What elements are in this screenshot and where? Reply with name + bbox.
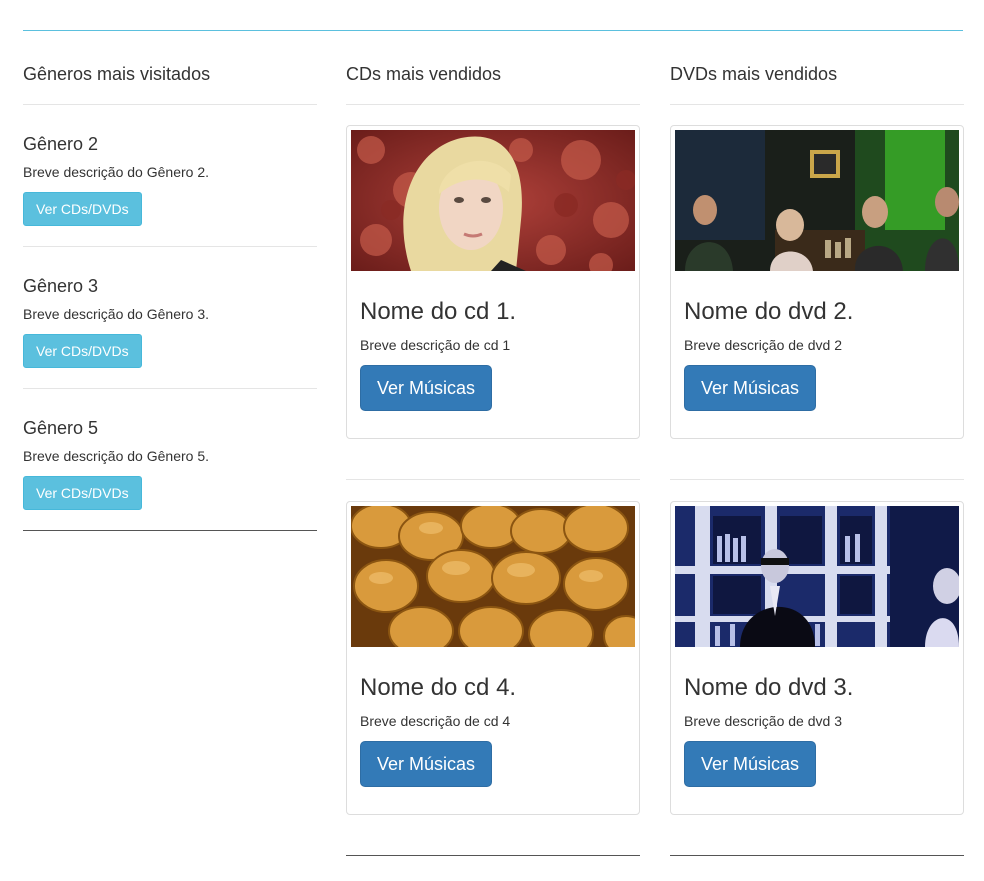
view-cds-dvds-button[interactable]: Ver CDs/DVDs <box>23 476 142 510</box>
section-end-divider <box>670 855 964 856</box>
cd-name: Nome do cd 1. <box>360 298 517 325</box>
cd-description: Breve descrição de cd 1 <box>360 337 511 353</box>
genres-column: Gêneros mais visitados Gênero 2 Breve de… <box>23 62 317 531</box>
genre-description: Breve descrição do Gênero 2. <box>23 164 209 180</box>
cds-title: CDs mais vendidos <box>346 64 502 84</box>
cd-cover-image[interactable] <box>351 506 635 647</box>
cd-description: Breve descrição de cd 4 <box>360 713 511 729</box>
section-end-divider <box>346 855 640 856</box>
view-songs-button[interactable]: Ver Músicas <box>360 741 493 787</box>
cds-column: CDs mais vendidos Nome do cd 1. Breve de… <box>346 62 640 856</box>
dvd-card: Nome do dvd 2. Breve descrição de dvd 2 … <box>670 125 964 439</box>
genre-description: Breve descrição do Gênero 5. <box>23 448 209 464</box>
genres-title: Gêneros mais visitados <box>23 64 211 84</box>
dvd-name: Nome do dvd 2. <box>684 298 854 325</box>
section-end-divider <box>23 530 317 531</box>
dvd-name: Nome do dvd 3. <box>684 674 854 701</box>
dvd-cover-image[interactable] <box>675 506 959 647</box>
top-divider <box>23 30 963 31</box>
cd-card: Nome do cd 4. Breve descrição de cd 4 Ve… <box>346 501 640 815</box>
dvds-column: DVDs mais vendidos Nome do dvd 2. Breve … <box>670 62 964 856</box>
divider <box>670 479 964 480</box>
dvd-card: Nome do dvd 3. Breve descrição de dvd 3 … <box>670 501 964 815</box>
genre-name: Gênero 3 <box>23 276 99 296</box>
divider <box>346 479 640 480</box>
divider <box>670 104 964 105</box>
dvd-cover-image[interactable] <box>675 130 959 271</box>
genre-item: Gênero 3 Breve descrição do Gênero 3. Ve… <box>23 247 317 388</box>
divider <box>346 104 640 105</box>
dvd-description: Breve descrição de dvd 3 <box>684 713 842 729</box>
dvds-title: DVDs mais vendidos <box>670 64 838 84</box>
view-cds-dvds-button[interactable]: Ver CDs/DVDs <box>23 334 142 368</box>
dvd-description: Breve descrição de dvd 2 <box>684 337 842 353</box>
genre-item: Gênero 2 Breve descrição do Gênero 2. Ve… <box>23 105 317 246</box>
view-songs-button[interactable]: Ver Músicas <box>684 741 817 787</box>
genre-name: Gênero 2 <box>23 134 99 154</box>
view-cds-dvds-button[interactable]: Ver CDs/DVDs <box>23 192 142 226</box>
cd-cover-image[interactable] <box>351 130 635 271</box>
cd-card: Nome do cd 1. Breve descrição de cd 1 Ve… <box>346 125 640 439</box>
view-songs-button[interactable]: Ver Músicas <box>360 365 493 411</box>
cd-name: Nome do cd 4. <box>360 674 517 701</box>
genre-description: Breve descrição do Gênero 3. <box>23 306 209 322</box>
view-songs-button[interactable]: Ver Músicas <box>684 365 817 411</box>
genre-item: Gênero 5 Breve descrição do Gênero 5. Ve… <box>23 389 317 530</box>
genre-name: Gênero 5 <box>23 418 99 438</box>
